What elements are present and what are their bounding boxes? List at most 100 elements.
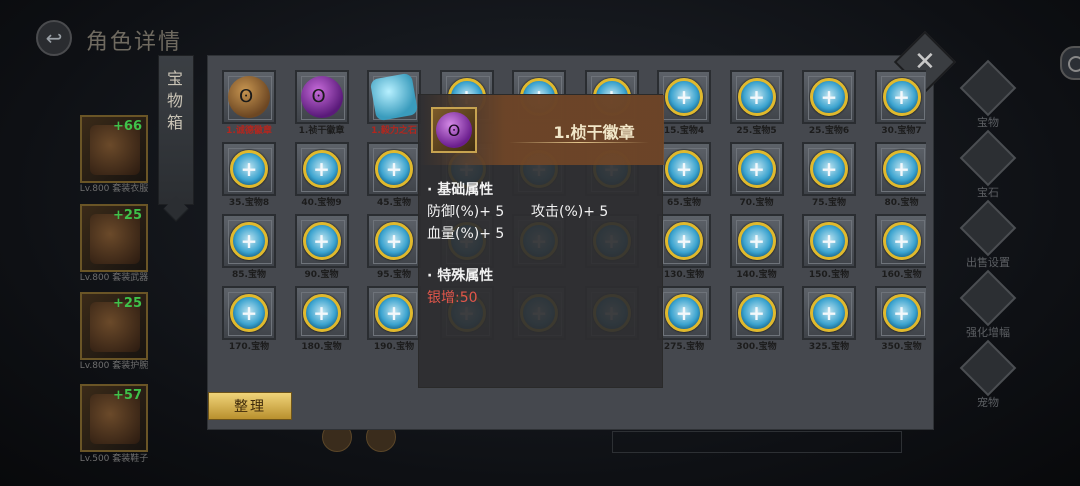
treasure-slot[interactable]: +190.宝物 [367,286,421,352]
plus-icon: + [230,294,268,332]
treasure-slot[interactable]: +90.宝物 [294,214,349,280]
menu-label: 宝物 [977,116,999,129]
slot-caption: 25.宝物6 [808,126,850,136]
plus-icon: + [665,78,703,116]
slot-caption: 150.宝物 [808,270,850,280]
treasure-slot[interactable]: +140.宝物 [729,214,784,280]
treasure-slot[interactable]: +80.宝物 [874,142,926,208]
gem-icon [959,129,1017,187]
plus-icon: + [882,294,921,332]
divider [509,142,649,143]
stat-attack: 攻击(%)+ 5 [531,204,609,220]
equipment-slot-4[interactable]: +57 [80,384,148,452]
plus-icon: + [737,294,776,332]
menu-sell-settings[interactable]: 出售设置 [958,199,1018,270]
treasure-slot[interactable]: +25.宝物5 [729,70,784,136]
treasure-slot[interactable]: ʘ 1.祯干徽章 [294,70,349,136]
plus-icon: + [810,294,848,332]
treasure-slot[interactable]: +160.宝物 [874,214,926,280]
slot-caption: 70.宝物 [739,198,774,208]
base-attr-title: · 基础属性 [427,182,494,198]
treasure-slot[interactable]: +150.宝物 [802,214,856,280]
equipment-slot-3[interactable]: +25 [80,292,148,360]
slot-caption: 350.宝物 [881,342,922,352]
treasure-slot[interactable]: +65.宝物 [657,142,711,208]
equipment-slot-1[interactable]: +66 [80,115,148,183]
slot-caption: 1.祯干徽章 [298,126,345,136]
special-attr-title: · 特殊属性 [427,268,494,284]
enhance-level: +66 [113,119,142,134]
menu-gem[interactable]: 宝石 [958,129,1018,200]
treasure-slot[interactable]: +130.宝物 [657,214,711,280]
menu-label: 宝石 [977,186,999,199]
treasure-slot[interactable]: +95.宝物 [367,214,421,280]
treasure-slot[interactable]: +85.宝物 [222,214,276,280]
equipment-slot-2[interactable]: +25 [80,204,148,272]
treasure-slot[interactable]: +30.宝物7 [874,70,926,136]
purple-treasure-icon: ʘ [300,76,343,118]
treasure-icon [959,59,1017,117]
plus-icon: + [665,150,703,188]
plus-icon: + [810,150,848,188]
slot-caption: 325.宝物 [808,342,850,352]
treasure-slot[interactable]: +325.宝物 [802,286,856,352]
menu-treasure[interactable]: 宝物 [958,59,1018,130]
treasure-slot[interactable]: +45.宝物 [367,142,421,208]
slot-caption: 25.宝物5 [736,126,777,136]
brown-treasure-icon: ʘ [228,76,270,118]
plus-icon: + [737,78,776,116]
plus-icon: + [375,150,413,188]
edge-toggle-button[interactable] [1060,46,1080,80]
plus-icon: + [882,150,921,188]
enhance-level: +25 [113,296,142,311]
plus-icon: + [665,294,703,332]
treasure-slot[interactable]: +275.宝物 [657,286,711,352]
treasure-slot[interactable]: +75.宝物 [802,142,856,208]
plus-icon: + [302,294,341,332]
slot-caption: 85.宝物 [232,270,266,280]
slot-caption: 75.宝物 [812,198,846,208]
slot-caption: 160.宝物 [881,270,922,280]
pet-icon [959,339,1017,397]
plus-icon: + [737,150,776,188]
character-details-screen: ↩ 角色详情 +66 Lv.800 套装衣服 +25 Lv.800 套装武器 +… [0,0,1080,486]
menu-pet[interactable]: 宠物 [958,339,1018,410]
treasure-slot[interactable]: +170.宝物 [222,286,276,352]
tooltip-title: 1.桢干徽章 [553,123,635,142]
equipment-caption: Lv.500 套装鞋子 [79,454,149,464]
equipment-caption: Lv.800 套装护腕 [79,361,149,371]
gear-icon [959,199,1017,257]
plus-icon: + [737,222,776,260]
plus-icon: + [230,222,268,260]
treasure-slot[interactable]: +25.宝物6 [802,70,856,136]
plus-icon: + [810,78,848,116]
sort-button[interactable]: 整理 [208,392,292,420]
treasure-slot[interactable]: +40.宝物9 [294,142,349,208]
stat-defense: 防御(%)+ 5 [427,204,505,220]
back-button[interactable]: ↩ [36,20,72,56]
slot-caption: 300.宝物 [736,342,777,352]
plus-icon: + [882,222,921,260]
tab-tail [163,196,189,222]
tab-treasure-box[interactable]: 宝物箱 [158,55,194,222]
special-attr-value: 银增:50 [427,290,478,306]
treasure-slot[interactable]: 1.毅力之石 [367,70,421,136]
plus-icon: + [302,150,341,188]
treasure-slot[interactable]: +350.宝物 [874,286,926,352]
treasure-slot[interactable]: +35.宝物8 [222,142,276,208]
plus-icon: + [810,222,848,260]
treasure-slot[interactable]: +300.宝物 [729,286,784,352]
slot-caption: 80.宝物 [884,198,919,208]
plus-icon: + [230,150,268,188]
page-title: 角色详情 [86,30,183,55]
plus-icon: + [375,294,413,332]
bottom-bar [612,431,902,453]
menu-enhance[interactable]: 强化增幅 [958,269,1018,340]
treasure-slot[interactable]: ʘ 1.诚德徽章 [222,70,276,136]
stat-hp: 血量(%)+ 5 [427,226,505,242]
tab-label: 宝物箱 [167,69,184,132]
menu-label: 强化增幅 [966,326,1010,339]
treasure-slot[interactable]: +70.宝物 [729,142,784,208]
tooltip-item-icon: ʘ [431,107,477,153]
treasure-slot[interactable]: +180.宝物 [294,286,349,352]
